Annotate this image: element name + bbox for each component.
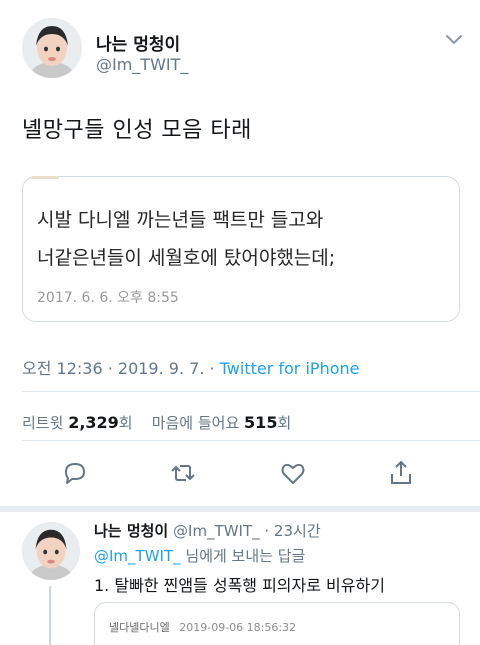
author-avatar[interactable] (22, 18, 82, 78)
quote-text-line1: 시발 다니엘 까는년들 팩트만 들고와 (37, 209, 324, 231)
tweet-meta: 오전 12:36 · 2019. 9. 7. · Twitter for iPh… (22, 355, 359, 379)
divider (22, 440, 480, 441)
author-name[interactable]: 나는 멍청이 (96, 30, 180, 55)
tweet-text: 녤망구들 인성 모음 타래 (22, 118, 252, 143)
reply-text: 1. 탈빠한 찐앰들 성폭행 피의자로 비유하기 (94, 576, 385, 595)
divider (22, 391, 480, 392)
author-handle[interactable]: @Im_TWIT_ (96, 55, 188, 74)
thread-line (49, 586, 51, 645)
reply-quoted-card[interactable]: 녤다녤다니엘 2019-09-06 18:56:32 (94, 602, 460, 645)
quote-text-line2: 너같은년들이 세월호에 탔어야했는데; (37, 247, 336, 269)
reply-header: 나는 멍청이 @Im_TWIT_ · 23시간 (94, 520, 321, 541)
like-icon[interactable] (278, 458, 308, 488)
chevron-down-icon[interactable] (443, 32, 465, 48)
tweet-timestamp: 오전 12:36 · 2019. 9. 7. · (22, 359, 215, 378)
tweet-actions (0, 458, 480, 498)
reply-author-name[interactable]: 나는 멍청이 (94, 522, 168, 540)
reply-quote-header: 녤다녤다니엘 2019-09-06 18:56:32 (109, 619, 296, 635)
quoted-tweet-card[interactable]: 시발 다니엘 까는년들 팩트만 들고와 너같은년들이 세월호에 탔어야했는데; … (22, 176, 460, 322)
tweet-client-link[interactable]: Twitter for iPhone (220, 359, 360, 378)
retweet-stat[interactable]: 리트윗 2,329회 (22, 413, 133, 432)
retweet-label: 리트윗 (22, 414, 64, 432)
retweet-count: 2,329 (68, 413, 119, 432)
reply-author-avatar[interactable] (22, 522, 80, 580)
share-icon[interactable] (386, 458, 416, 488)
reply-quote-date: 2019-09-06 18:56:32 (179, 621, 297, 634)
reply-author-handle[interactable]: @Im_TWIT_ · 23시간 (173, 522, 321, 540)
quote-accent-bar (31, 176, 59, 179)
like-stat[interactable]: 마음에 들어요 515회 (151, 413, 292, 432)
tweet-stats: 리트윗 2,329회 마음에 들어요 515회 (22, 412, 291, 433)
reply-icon[interactable] (60, 458, 90, 488)
like-label: 마음에 들어요 (151, 414, 240, 432)
retweet-icon[interactable] (168, 458, 198, 488)
reply-quote-name: 녤다녤다니엘 (109, 621, 170, 634)
main-tweet: 나는 멍청이 @Im_TWIT_ 녤망구들 인성 모음 타래 시발 다니엘 까는… (0, 0, 480, 510)
quote-date: 2017. 6. 6. 오후 8:55 (37, 290, 179, 306)
replying-to: @Im_TWIT_ 님에게 보내는 답글 (94, 545, 305, 566)
reply-tweet[interactable]: 나는 멍청이 @Im_TWIT_ · 23시간 @Im_TWIT_ 님에게 보내… (0, 512, 480, 645)
like-unit: 회 (277, 414, 292, 432)
like-count: 515 (244, 413, 278, 432)
reply-mention-link[interactable]: @Im_TWIT_ (94, 547, 181, 565)
replying-to-suffix: 님에게 보내는 답글 (180, 547, 306, 565)
retweet-unit: 회 (118, 414, 133, 432)
